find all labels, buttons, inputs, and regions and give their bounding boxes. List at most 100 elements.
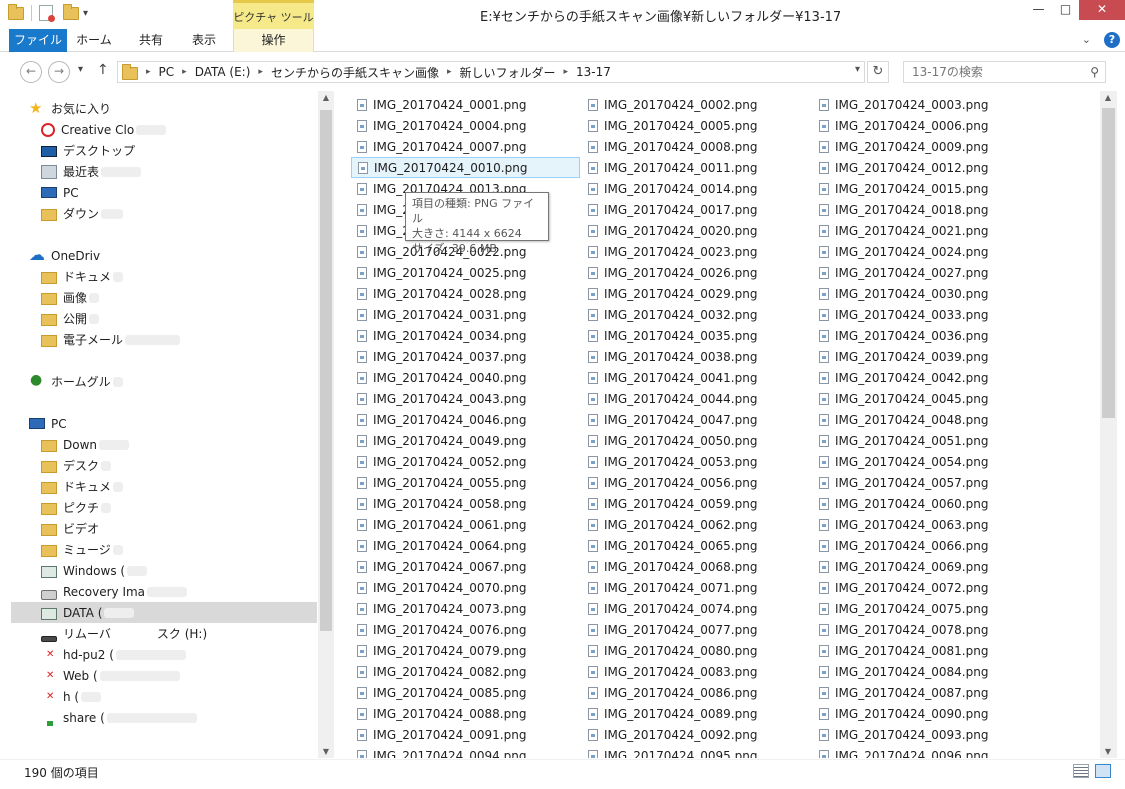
file-item[interactable]: IMG_20170424_0073.png — [351, 598, 580, 619]
nav-item[interactable]: h ( — [11, 686, 317, 707]
file-item[interactable]: IMG_20170424_0092.png — [582, 724, 811, 745]
nav-item[interactable]: Recovery Ima — [11, 581, 317, 602]
file-item[interactable]: IMG_20170424_0001.png — [351, 94, 580, 115]
file-item[interactable]: IMG_20170424_0084.png — [813, 661, 1042, 682]
file-item[interactable]: IMG_20170424_0095.png — [582, 745, 811, 758]
nav-item[interactable]: ビデオ — [11, 518, 317, 539]
file-item[interactable]: IMG_20170424_0003.png — [813, 94, 1042, 115]
file-item[interactable]: IMG_20170424_0062.png — [582, 514, 811, 535]
file-item[interactable]: IMG_20170424_0083.png — [582, 661, 811, 682]
file-item[interactable]: IMG_20170424_0015.png — [813, 178, 1042, 199]
file-item[interactable]: IMG_20170424_0009.png — [813, 136, 1042, 157]
file-item[interactable]: IMG_20170424_0008.png — [582, 136, 811, 157]
back-arrow-icon[interactable]: ← — [20, 61, 42, 83]
file-item[interactable]: IMG_20170424_0053.png — [582, 451, 811, 472]
breadcrumb-arrow-icon[interactable]: ▸ — [182, 67, 187, 77]
file-item[interactable]: IMG_20170424_0021.png — [813, 220, 1042, 241]
nav-item[interactable]: ドキュメ — [11, 476, 317, 497]
nav-item[interactable]: リムーバ スク (H:) — [11, 623, 317, 644]
file-item[interactable]: IMG_20170424_0026.png — [582, 262, 811, 283]
details-view-icon[interactable] — [1073, 764, 1089, 778]
file-item[interactable]: IMG_20170424_0038.png — [582, 346, 811, 367]
nav-item[interactable]: 電子メール — [11, 329, 317, 350]
nav-item[interactable]: PC — [11, 182, 317, 203]
nav-item[interactable]: ピクチ — [11, 497, 317, 518]
refresh-icon[interactable]: ↻ — [867, 61, 889, 83]
file-item[interactable]: IMG_20170424_0077.png — [582, 619, 811, 640]
nav-item[interactable]: Down — [11, 434, 317, 455]
maximize-icon[interactable]: □ — [1052, 0, 1079, 20]
nav-item[interactable]: PC — [11, 413, 317, 434]
nav-item[interactable]: Creative Clo — [11, 119, 317, 140]
chevron-down-icon[interactable]: ⌄ — [1082, 33, 1091, 46]
file-item[interactable]: IMG_20170424_0039.png — [813, 346, 1042, 367]
breadcrumb-arrow-icon[interactable]: ▸ — [564, 67, 569, 77]
nav-pane-scrollbar[interactable]: ▲ ▼ — [318, 91, 334, 758]
breadcrumb-segment[interactable]: 新しいフォルダー — [459, 64, 555, 81]
file-item[interactable]: IMG_20170424_0047.png — [582, 409, 811, 430]
breadcrumb-arrow-icon[interactable]: ▸ — [258, 67, 263, 77]
nav-item[interactable]: デスクトップ — [11, 140, 317, 161]
file-item[interactable]: IMG_20170424_0066.png — [813, 535, 1042, 556]
file-item[interactable]: IMG_20170424_0027.png — [813, 262, 1042, 283]
file-item[interactable]: IMG_20170424_0051.png — [813, 430, 1042, 451]
file-item[interactable]: IMG_20170424_0052.png — [351, 451, 580, 472]
file-item[interactable]: IMG_20170424_0089.png — [582, 703, 811, 724]
file-item[interactable]: IMG_20170424_0048.png — [813, 409, 1042, 430]
nav-item[interactable]: ドキュメ — [11, 266, 317, 287]
file-item[interactable]: IMG_20170424_0061.png — [351, 514, 580, 535]
file-item[interactable]: IMG_20170424_0044.png — [582, 388, 811, 409]
file-item[interactable]: IMG_20170424_0028.png — [351, 283, 580, 304]
file-item[interactable]: IMG_20170424_0063.png — [813, 514, 1042, 535]
file-item[interactable]: IMG_20170424_0041.png — [582, 367, 811, 388]
chevron-down-icon[interactable]: ▾ — [855, 64, 860, 75]
search-icon[interactable]: ⚲ — [1090, 62, 1099, 82]
file-item[interactable]: IMG_20170424_0090.png — [813, 703, 1042, 724]
file-item[interactable]: IMG_20170424_0055.png — [351, 472, 580, 493]
breadcrumb-segment[interactable]: 13-17 — [576, 65, 611, 79]
up-arrow-icon[interactable]: ↑ — [97, 62, 109, 78]
file-item[interactable]: IMG_20170424_0005.png — [582, 115, 811, 136]
large-icons-view-icon[interactable] — [1095, 764, 1111, 778]
nav-item[interactable]: share ( — [11, 707, 317, 728]
ribbon-tab[interactable]: 表示 — [181, 29, 227, 52]
nav-item[interactable]: DATA ( — [11, 602, 317, 623]
file-item[interactable]: IMG_20170424_0014.png — [582, 178, 811, 199]
ribbon-tab[interactable]: ホーム — [72, 29, 116, 52]
breadcrumb-segment[interactable]: センチからの手紙スキャン画像 — [271, 64, 439, 81]
customize-toolbar-icon[interactable]: ▾ — [83, 8, 88, 19]
file-item[interactable]: IMG_20170424_0068.png — [582, 556, 811, 577]
file-item[interactable]: IMG_20170424_0078.png — [813, 619, 1042, 640]
nav-item[interactable]: 公開 — [11, 308, 317, 329]
file-item[interactable]: IMG_20170424_0025.png — [351, 262, 580, 283]
file-item[interactable]: IMG_20170424_0046.png — [351, 409, 580, 430]
file-item[interactable]: IMG_20170424_0018.png — [813, 199, 1042, 220]
search-box[interactable]: ⚲ — [903, 61, 1106, 83]
nav-item[interactable]: OneDriv — [11, 245, 317, 266]
scroll-up-icon[interactable]: ▲ — [1100, 93, 1116, 102]
file-item[interactable]: IMG_20170424_0071.png — [582, 577, 811, 598]
file-item[interactable]: IMG_20170424_0042.png — [813, 367, 1042, 388]
file-item[interactable]: IMG_20170424_0010.png — [351, 157, 580, 178]
file-item[interactable]: IMG_20170424_0049.png — [351, 430, 580, 451]
nav-item[interactable]: hd-pu2 ( — [11, 644, 317, 665]
file-list-scrollbar[interactable]: ▲ ▼ — [1100, 91, 1117, 758]
file-item[interactable]: IMG_20170424_0012.png — [813, 157, 1042, 178]
file-item[interactable]: IMG_20170424_0059.png — [582, 493, 811, 514]
breadcrumb-segment[interactable]: DATA (E:) — [195, 65, 251, 79]
file-item[interactable]: IMG_20170424_0060.png — [813, 493, 1042, 514]
file-item[interactable]: IMG_20170424_0088.png — [351, 703, 580, 724]
file-item[interactable]: IMG_20170424_0057.png — [813, 472, 1042, 493]
file-item[interactable]: IMG_20170424_0030.png — [813, 283, 1042, 304]
nav-item[interactable]: Windows ( — [11, 560, 317, 581]
breadcrumb-segment[interactable]: PC — [159, 65, 175, 79]
file-item[interactable]: IMG_20170424_0064.png — [351, 535, 580, 556]
file-item[interactable]: IMG_20170424_0033.png — [813, 304, 1042, 325]
scroll-down-icon[interactable]: ▼ — [1100, 747, 1116, 756]
file-item[interactable]: IMG_20170424_0091.png — [351, 724, 580, 745]
file-item[interactable]: IMG_20170424_0072.png — [813, 577, 1042, 598]
file-item[interactable]: IMG_20170424_0082.png — [351, 661, 580, 682]
file-item[interactable]: IMG_20170424_0070.png — [351, 577, 580, 598]
nav-item[interactable]: ミュージ — [11, 539, 317, 560]
file-item[interactable]: IMG_20170424_0029.png — [582, 283, 811, 304]
